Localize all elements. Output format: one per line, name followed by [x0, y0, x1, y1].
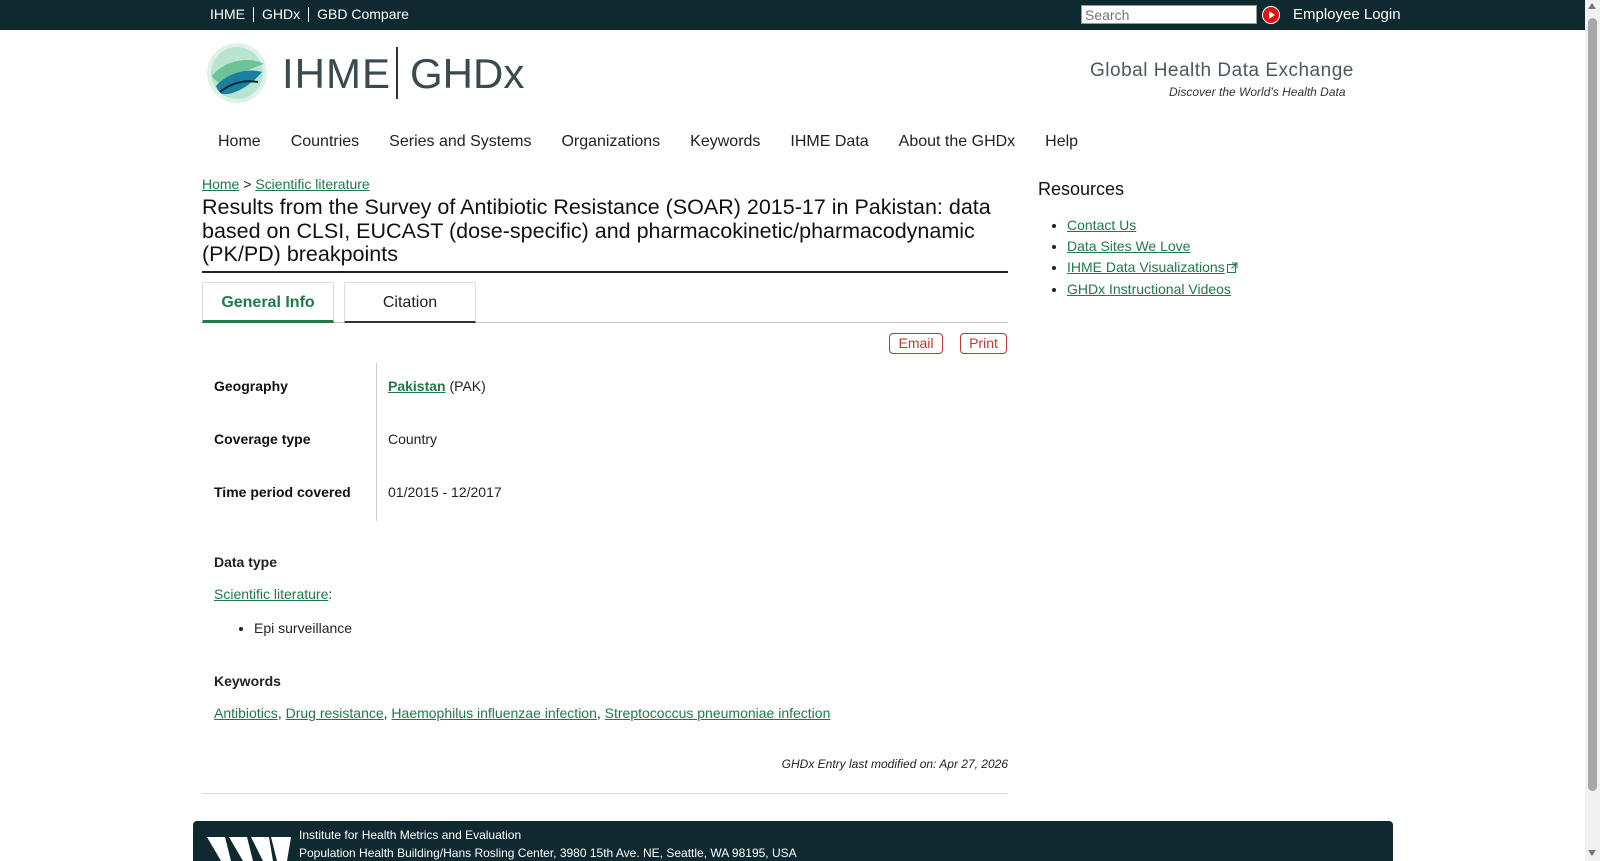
list-item: Data Sites We Love [1067, 236, 1238, 257]
resource-data-sites[interactable]: Data Sites We Love [1067, 238, 1190, 254]
footer-address: Population Health Building/Hans Rosling … [299, 846, 797, 860]
tab-bar: General Info Citation [202, 282, 1008, 323]
keyword-drug-resistance[interactable]: Drug resistance [286, 705, 384, 721]
tab-citation[interactable]: Citation [344, 282, 476, 323]
list-item: Contact Us [1067, 215, 1238, 236]
external-link-icon [1226, 258, 1238, 279]
data-type-link[interactable]: Scientific literature [214, 586, 328, 602]
resources-list: Contact Us Data Sites We Love IHME Data … [1067, 215, 1238, 300]
nav-about-the-ghdx[interactable]: About the GHDx [899, 133, 1016, 151]
main-nav: Home Countries Series and Systems Organi… [218, 133, 1108, 151]
geography-code: (PAK) [445, 378, 486, 394]
nav-organizations[interactable]: Organizations [561, 133, 660, 151]
nav-ihme-data[interactable]: IHME Data [790, 133, 868, 151]
info-divider [376, 363, 377, 521]
keyword-streptococcus[interactable]: Streptococcus pneumoniae infection [605, 705, 831, 721]
scrollbar-thumb[interactable] [1588, 18, 1597, 791]
email-button[interactable]: Email [889, 333, 943, 354]
nav-keywords[interactable]: Keywords [690, 133, 760, 151]
logo-ihme-text: IHME [282, 50, 391, 97]
top-link-gbd-compare[interactable]: GBD Compare [308, 7, 417, 22]
coverage-type-value: Country [388, 431, 438, 447]
data-type-list: Epi surveillance [254, 620, 352, 636]
coverage-type-label: Coverage type [214, 431, 311, 447]
list-item: IHME Data Visualizations [1067, 257, 1238, 279]
top-link-ihme[interactable]: IHME [210, 7, 253, 22]
list-item: Epi surveillance [254, 620, 352, 636]
scroll-down-arrow-icon[interactable] [1588, 850, 1596, 856]
resource-instructional-videos[interactable]: GHDx Instructional Videos [1067, 281, 1231, 297]
nav-home[interactable]: Home [218, 133, 261, 151]
data-type-label: Data type [214, 554, 278, 570]
breadcrumb-scientific-literature[interactable]: Scientific literature [255, 176, 369, 192]
content-divider [202, 793, 1008, 794]
site-tagline: Global Health Data Exchange [1090, 60, 1354, 81]
breadcrumb: Home > Scientific literature [202, 176, 370, 192]
print-button[interactable]: Print [960, 333, 1007, 354]
geography-label: Geography [214, 378, 288, 394]
keywords-label: Keywords [214, 673, 281, 689]
nav-countries[interactable]: Countries [291, 133, 359, 151]
resources-title: Resources [1038, 179, 1125, 199]
breadcrumb-home[interactable]: Home [202, 176, 239, 192]
keyword-haemophilus[interactable]: Haemophilus influenzae infection [391, 705, 596, 721]
keywords-links: Antibiotics, Drug resistance, Haemophilu… [214, 705, 831, 721]
data-type-colon: : [328, 586, 333, 602]
logo-divider [396, 47, 398, 99]
list-item: GHDx Instructional Videos [1067, 279, 1238, 300]
nav-series-and-systems[interactable]: Series and Systems [389, 133, 531, 151]
logo-ghdx-text: GHDx [410, 50, 525, 97]
footer: Institute for Health Metrics and Evaluat… [193, 821, 1393, 861]
tab-general-info[interactable]: General Info [202, 282, 334, 323]
geography-link[interactable]: Pakistan [388, 378, 446, 394]
resource-ihme-visualizations[interactable]: IHME Data Visualizations [1067, 259, 1225, 275]
resource-contact-us[interactable]: Contact Us [1067, 217, 1136, 233]
search-input[interactable] [1081, 5, 1257, 24]
top-links: IHME GHDx GBD Compare [210, 7, 417, 22]
scroll-up-arrow-icon[interactable] [1588, 3, 1596, 9]
search-go-icon[interactable] [1262, 6, 1280, 24]
last-modified: GHDx Entry last modified on: Apr 27, 202… [781, 757, 1008, 771]
data-type-line: Scientific literature: [214, 586, 332, 602]
employee-login-link[interactable]: Employee Login [1293, 6, 1401, 23]
ihme-logo-icon[interactable] [206, 42, 268, 109]
time-period-label: Time period covered [214, 484, 351, 500]
top-link-ghdx[interactable]: GHDx [253, 7, 308, 22]
page-title: Results from the Survey of Antibiotic Re… [202, 195, 1008, 273]
time-period-value: 01/2015 - 12/2017 [388, 484, 502, 500]
uw-logo-icon[interactable] [207, 837, 291, 861]
keyword-antibiotics[interactable]: Antibiotics [214, 705, 278, 721]
breadcrumb-separator: > [239, 176, 256, 192]
site-subtagline: Discover the World’s Health Data [1169, 85, 1346, 99]
geography-value: Pakistan (PAK) [388, 378, 486, 394]
footer-org-name: Institute for Health Metrics and Evaluat… [299, 828, 522, 842]
nav-help[interactable]: Help [1045, 133, 1078, 151]
